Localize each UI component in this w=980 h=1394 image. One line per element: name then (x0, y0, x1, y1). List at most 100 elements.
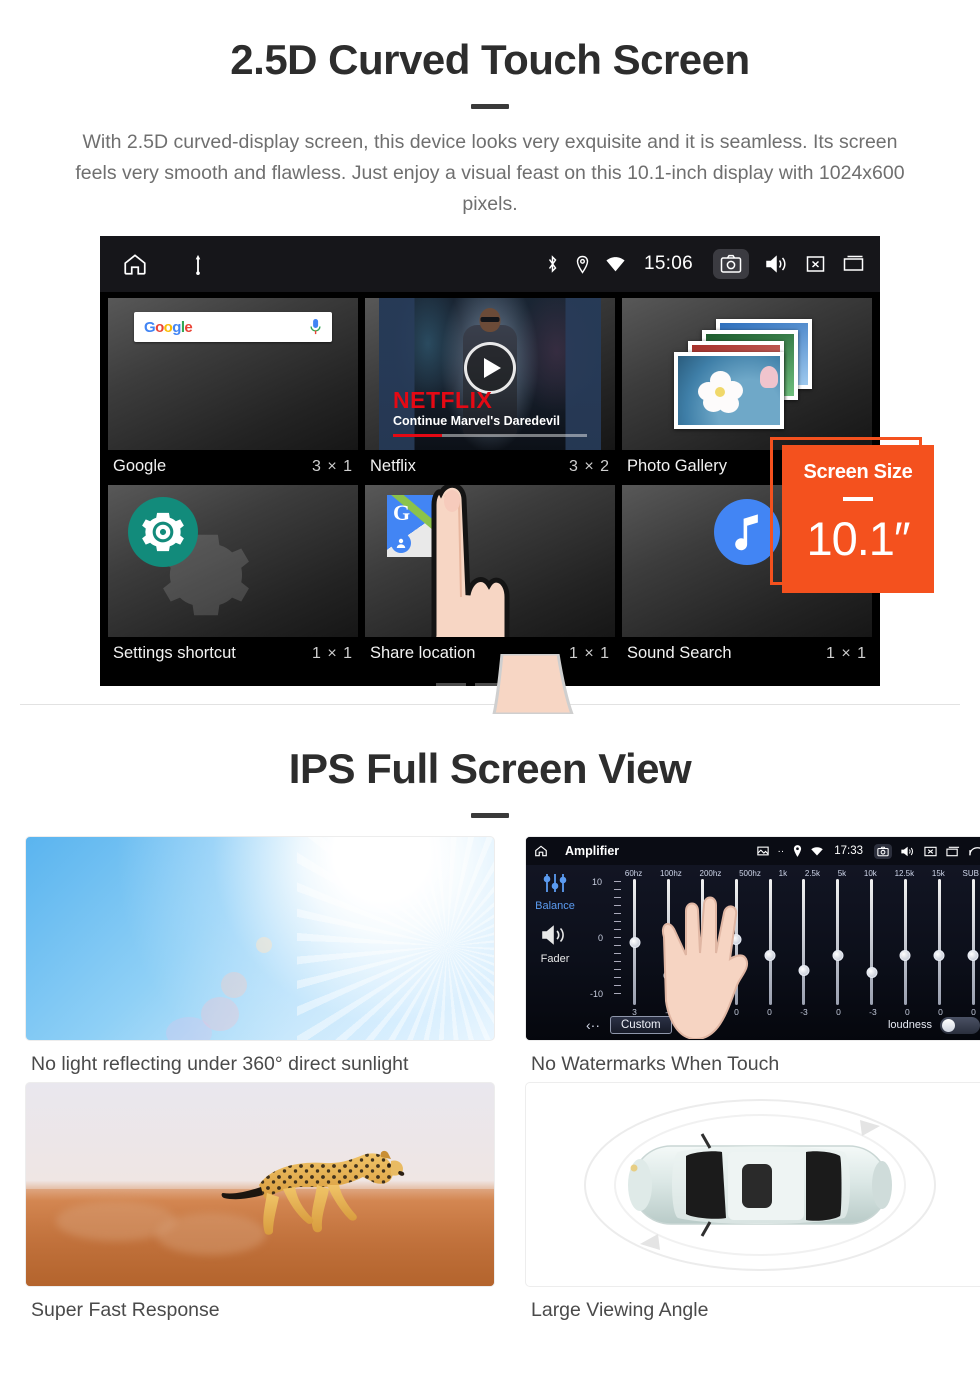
cheetah-image (25, 1082, 495, 1287)
photo-gallery-widget-preview[interactable] (622, 298, 872, 450)
running-cheetah-silhouette (221, 1150, 405, 1235)
widget-label: Photo Gallery (627, 457, 727, 475)
feature-cell-viewing-angle: Large Viewing Angle (525, 1082, 980, 1328)
camera-icon[interactable] (874, 843, 892, 859)
ips-full-screen-section: IPS Full Screen View No light reflecting… (0, 705, 980, 1328)
fader-label[interactable]: Fader (526, 953, 584, 965)
amplifier-clock: 17:33 (834, 845, 863, 857)
wifi-icon (606, 256, 625, 272)
widget-card-netflix[interactable]: NETFLIX Continue Marvel's Daredevil Netf… (365, 298, 615, 485)
widget-label: Sound Search (627, 644, 732, 662)
microphone-icon[interactable] (309, 318, 322, 336)
android-status-bar: 15:06 (100, 236, 880, 292)
widget-label: Settings shortcut (113, 644, 236, 662)
close-boxed-icon[interactable] (805, 254, 826, 274)
band-label: 60hz (624, 869, 643, 878)
scale-mid: 0 (598, 933, 604, 943)
usb-icon[interactable] (190, 253, 206, 275)
speaker-icon[interactable] (541, 924, 569, 946)
camera-icon[interactable] (713, 249, 749, 279)
balance-label[interactable]: Balance (526, 900, 584, 912)
recents-icon[interactable] (946, 846, 960, 857)
location-pin-icon (793, 845, 802, 857)
scale-max: 10 (592, 877, 603, 887)
google-search-bar[interactable]: Google (134, 312, 332, 342)
feature-caption: Large Viewing Angle (531, 1299, 709, 1321)
eq-slider[interactable] (967, 879, 979, 1005)
widget-size: 3 × 1 (311, 457, 353, 475)
band-label: SUB (962, 869, 979, 878)
page-dot[interactable] (436, 683, 466, 686)
widget-card-share-location[interactable]: G Share location 1 × 1 (365, 485, 615, 672)
amplifier-status-bar: Amplifier ·· 17:33 (526, 837, 980, 865)
back-arrow-icon[interactable] (969, 846, 980, 857)
eq-slider[interactable] (629, 879, 641, 1005)
equalizer-icon[interactable] (542, 873, 568, 893)
amplifier-screenshot: Amplifier ·· 17:33 Balance Fader 60hz 10… (525, 836, 980, 1041)
car-rotation-diagram (584, 1098, 936, 1271)
widget-size: 1 × 1 (311, 644, 353, 662)
hand-overlay (662, 896, 748, 1039)
netflix-brand: NETFLIX (393, 387, 493, 413)
band-label: 5k (837, 869, 847, 878)
scale-min: -10 (590, 989, 604, 999)
recents-icon[interactable] (842, 254, 866, 274)
settings-widget-preview[interactable] (108, 485, 358, 637)
map-location-icon[interactable]: G (387, 495, 449, 557)
section-description: With 2.5D curved-display screen, this de… (75, 131, 905, 215)
badge-value: 10.1″ (806, 512, 910, 565)
widget-row-1: Google Google 3 × 1 NETFLIX Continue Mar… (108, 298, 872, 485)
eq-slider[interactable] (866, 879, 878, 1005)
curved-screen-section: 2.5D Curved Touch Screen With 2.5D curve… (0, 0, 980, 714)
gallery-icon[interactable] (756, 846, 769, 856)
back-arrow-icon[interactable]: ‹·· (586, 1017, 600, 1033)
feature-cell-fast-response: Super Fast Response (25, 1082, 495, 1328)
android-home-screen: 15:06 Google Google 3 × 1 NETFLIX Contin… (100, 236, 880, 686)
device-screenshot-wrapper: 15:06 Google Google 3 × 1 NETFLIX Contin… (0, 234, 980, 714)
netflix-widget-preview[interactable]: NETFLIX Continue Marvel's Daredevil (365, 298, 615, 450)
widget-card-settings-shortcut[interactable]: Settings shortcut 1 × 1 (108, 485, 358, 672)
netflix-subtitle: Continue Marvel's Daredevil (393, 414, 560, 428)
feature-grid: No light reflecting under 360° direct su… (25, 836, 980, 1328)
band-label: 2.5k (804, 869, 820, 878)
google-widget-preview[interactable]: Google (108, 298, 358, 450)
loudness-label: loudness (887, 1019, 932, 1031)
band-label: 200hz (699, 869, 722, 878)
widget-picker-grid: Google Google 3 × 1 NETFLIX Continue Mar… (100, 292, 880, 686)
eq-slider[interactable] (899, 879, 911, 1005)
band-label: 100hz (659, 869, 682, 878)
page-title: 2.5D Curved Touch Screen (230, 36, 750, 83)
share-location-widget-preview[interactable]: G (365, 485, 615, 637)
feature-cell-sunlight: No light reflecting under 360° direct su… (25, 836, 495, 1082)
blue-sky-image (25, 836, 495, 1041)
section2-title: IPS Full Screen View (288, 745, 692, 792)
widget-label: Netflix (370, 457, 416, 475)
eq-slider[interactable] (933, 879, 945, 1005)
feature-cell-watermarks: Amplifier ·· 17:33 Balance Fader 60hz 10… (525, 836, 980, 1082)
photo-stack (672, 319, 822, 429)
volume-icon[interactable] (901, 846, 915, 857)
more-dots-icon[interactable]: ·· (778, 846, 785, 857)
feature-caption: No Watermarks When Touch (531, 1053, 780, 1075)
eq-slider[interactable] (832, 879, 844, 1005)
bluetooth-icon (546, 254, 559, 274)
amplifier-title: Amplifier (565, 844, 620, 858)
sun-rays (297, 837, 494, 1040)
netflix-progress-bar (393, 434, 587, 437)
band-label: 12.5k (894, 869, 915, 878)
home-icon[interactable] (534, 844, 548, 858)
volume-icon[interactable] (765, 254, 789, 274)
loudness-toggle[interactable] (940, 1016, 980, 1034)
home-icon[interactable] (122, 251, 148, 277)
band-label: 1k (778, 869, 788, 878)
title-underline (471, 104, 509, 109)
eq-slider[interactable] (764, 879, 776, 1005)
band-label: 10k (863, 869, 877, 878)
gear-icon[interactable] (128, 497, 198, 567)
widget-card-google[interactable]: Google Google 3 × 1 (108, 298, 358, 485)
close-boxed-icon[interactable] (924, 846, 937, 857)
google-logo: Google (144, 318, 193, 336)
eq-slider[interactable] (798, 879, 810, 1005)
widget-size: 1 × 1 (825, 644, 867, 662)
feature-caption: Super Fast Response (31, 1299, 220, 1321)
